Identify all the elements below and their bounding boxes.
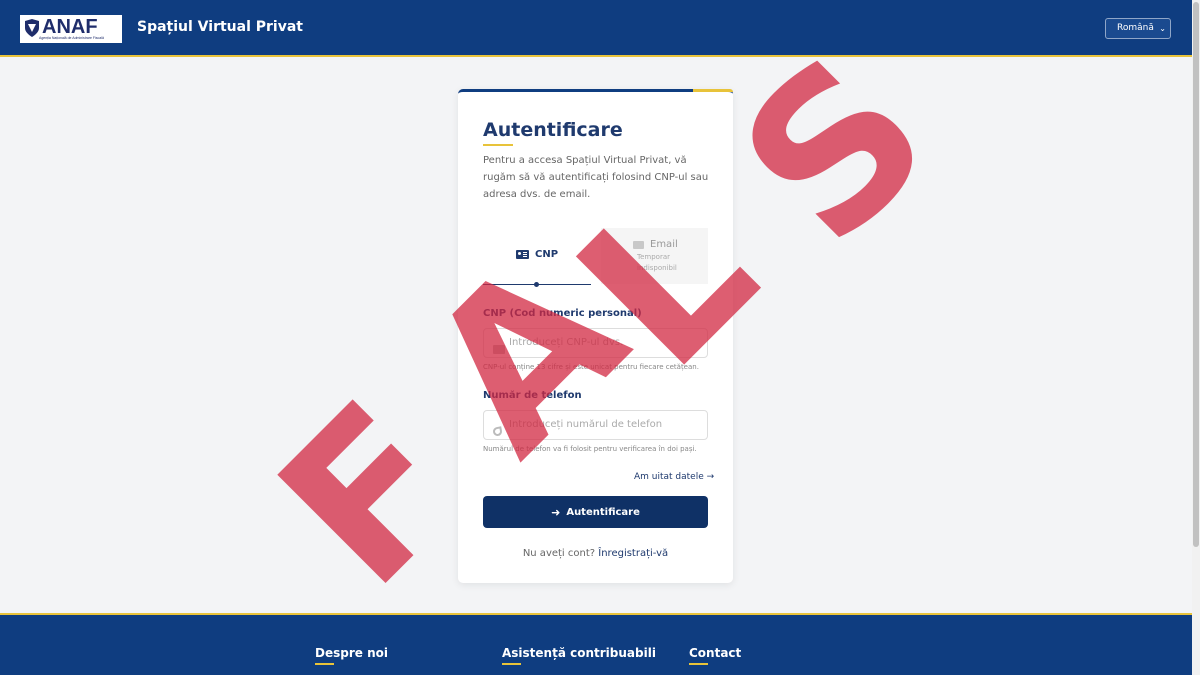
phone-placeholder: Introduceți numărul de telefon [509,419,663,430]
vertical-scrollbar[interactable] [1192,0,1200,675]
id-card-icon [493,339,505,358]
cnp-help-text: CNP-ul conține 13 cifre și este unicat p… [483,363,699,371]
footer: Despre noi Asistență contribuabili Conta… [0,613,1192,675]
phone-help-text: Numărul de telefon va fi folosit pentru … [483,445,697,453]
chevron-down-icon: ⌄ [1159,24,1166,33]
top-header: ANAF Agenția Națională de Administrare F… [0,0,1192,57]
register-prompt: Nu aveți cont? [522,548,596,559]
scrollbar-thumb[interactable] [1193,2,1199,547]
footer-heading-about[interactable]: Despre noi [315,646,388,660]
phone-icon [492,421,503,440]
login-button[interactable]: ➜ Autentificare [483,496,708,528]
cnp-label: CNP (Cod numeric personal) [483,308,642,319]
footer-underline [502,663,521,665]
footer-underline [689,663,708,665]
sign-in-icon: ➜ [551,505,561,519]
anaf-logo[interactable]: ANAF Agenția Națională de Administrare F… [20,15,122,43]
register-link[interactable]: Înregistrați-vă [598,548,668,559]
login-button-label: Autentificare [566,506,640,518]
login-card: Autentificare Pentru a accesa Spațiul Vi… [458,89,733,583]
footer-heading-assistance[interactable]: Asistență contribuabili [502,646,656,660]
language-value: Română [1117,23,1154,33]
card-accent [693,89,733,92]
logo-subtitle: Agenția Națională de Administrare Fiscal… [39,36,104,40]
tab-active-dot [534,282,539,287]
cnp-placeholder: Introduceți CNP-ul dvs. [509,337,624,348]
tab-email[interactable]: Email Temporar indisponibil [601,228,708,284]
login-description: Pentru a accesa Spațiul Virtual Privat, … [483,155,709,200]
forgot-link[interactable]: Am uitat datele → [634,472,714,482]
footer-underline [315,663,334,665]
title-underline [483,144,513,146]
language-select[interactable]: Română ⌄ [1105,18,1171,39]
phone-input[interactable]: Introduceți numărul de telefon [483,410,708,440]
site-title: Spațiul Virtual Privat [137,19,303,35]
shield-icon [25,19,39,37]
register-row: Nu aveți cont? Înregistrați-vă [458,548,733,559]
login-title: Autentificare [483,119,623,141]
tab-email-sublabel: Temporar indisponibil [637,253,677,272]
phone-label: Număr de telefon [483,390,582,401]
envelope-icon [633,240,644,249]
tab-cnp-label: CNP [535,249,559,260]
tab-email-label: Email [650,239,678,250]
tab-cnp[interactable]: CNP [483,229,591,287]
cnp-input[interactable]: Introduceți CNP-ul dvs. [483,328,708,358]
watermark-letter: S [695,9,976,290]
id-card-icon [516,250,529,259]
footer-heading-contact[interactable]: Contact [689,646,741,660]
logo-text: ANAF [42,16,98,38]
